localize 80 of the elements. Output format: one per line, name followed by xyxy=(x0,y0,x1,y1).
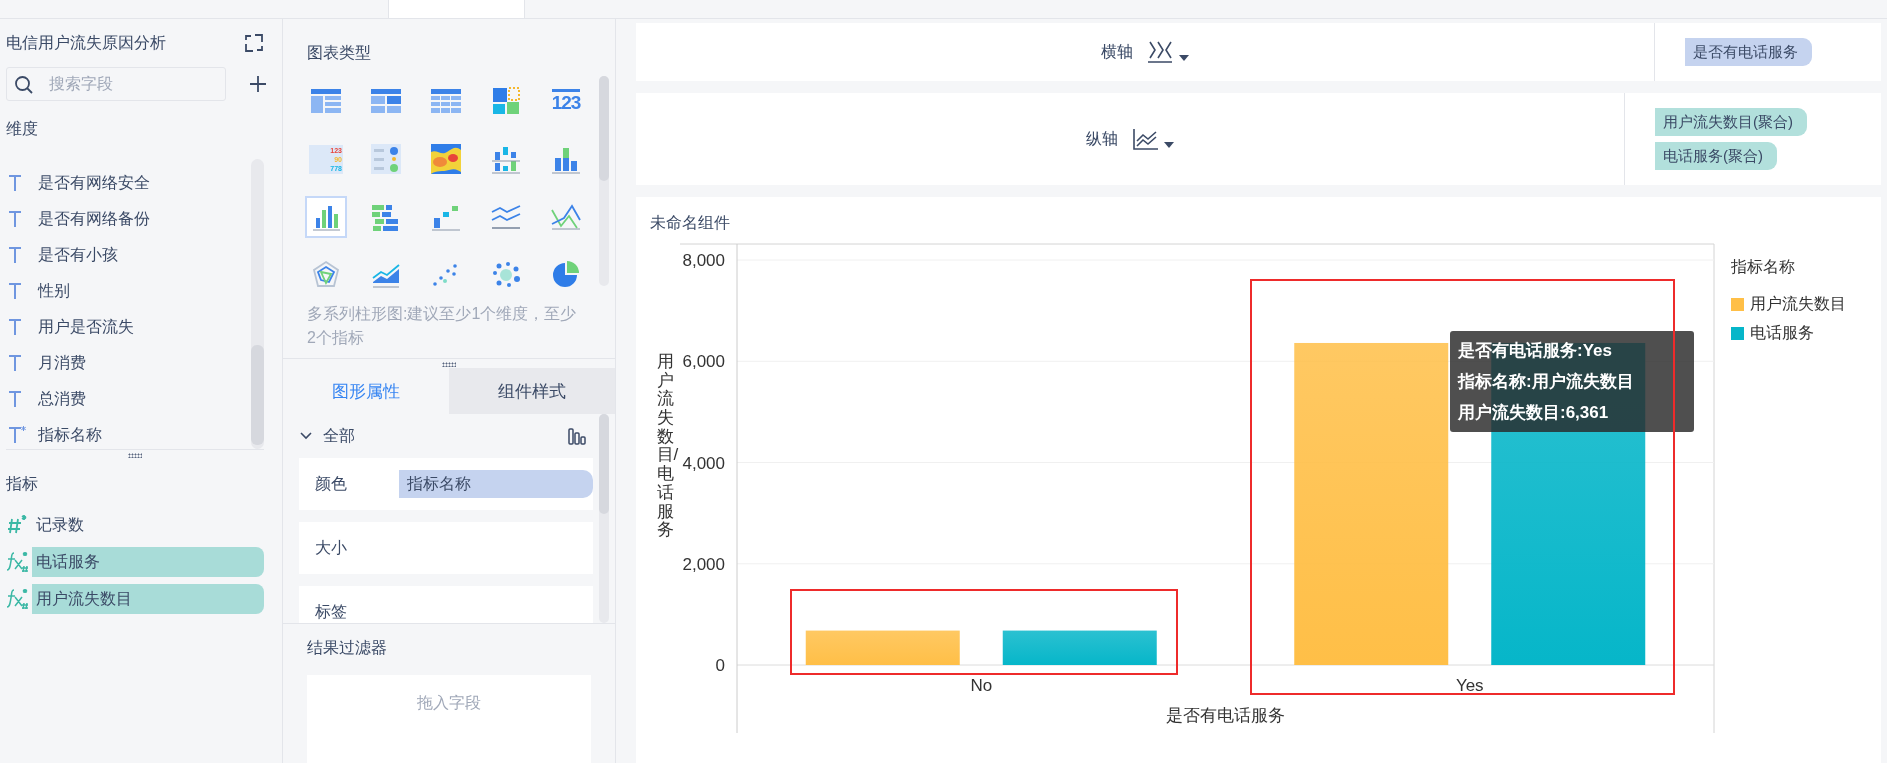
legend-title: 指标名称 xyxy=(1731,257,1796,277)
scrollbar-track[interactable] xyxy=(251,159,264,449)
property-label: 标签 xyxy=(315,602,348,622)
measure-item[interactable]: 电话服务 xyxy=(32,547,264,577)
caret-icon[interactable] xyxy=(1164,142,1174,148)
field-item[interactable]: 月消费 xyxy=(6,351,251,375)
radar-chart-icon xyxy=(311,260,341,290)
switch-icon[interactable] xyxy=(244,33,264,53)
drop-placeholder: 拖入字段 xyxy=(417,693,481,713)
table-chart-icon xyxy=(310,87,342,115)
scrollbar-thumb[interactable] xyxy=(251,345,264,445)
hbar-chart-icon xyxy=(371,202,401,232)
chart-type-hint: 多系列柱形图:建议至少1个维度，至少2个指标 xyxy=(307,304,578,348)
search-field[interactable]: 搜索字段 xyxy=(6,67,226,101)
field-chip[interactable]: 电话服务(聚合) xyxy=(1655,142,1777,170)
axis-label: 横轴 xyxy=(1101,41,1133,62)
tooltip-line: 指标名称:用户流失数目 xyxy=(1458,371,1635,393)
y-tick-label: 4,000 xyxy=(682,453,725,473)
formula-field-icon xyxy=(6,587,30,611)
measure-item[interactable]: 用户流失数目 xyxy=(32,584,264,614)
legend-item[interactable]: 用户流失数目 xyxy=(1731,294,1846,315)
chart-type-option[interactable] xyxy=(305,196,347,238)
field-item[interactable]: 用户是否流失 xyxy=(6,315,251,339)
property-label: 大小 xyxy=(315,537,348,558)
field-item[interactable]: 指标名称 xyxy=(6,423,251,447)
widget-title: 未命名组件 xyxy=(650,213,731,233)
tooltip-line: 是否有电话服务:Yes xyxy=(1458,340,1613,362)
tooltip-line: 用户流失数目:6,361 xyxy=(1458,402,1610,424)
formula-field-icon xyxy=(6,550,30,574)
property-label: 颜色 xyxy=(315,473,348,494)
x-axis-title: 是否有电话服务 xyxy=(1166,706,1285,725)
section-label: 指标 xyxy=(6,474,39,494)
y-tick-label: 6,000 xyxy=(682,352,725,372)
axis-type-icon[interactable] xyxy=(1147,40,1175,64)
cross-line-chart-icon xyxy=(551,202,581,232)
dot-kpi-chart-icon xyxy=(371,144,401,174)
group-toggle[interactable]: 全部 xyxy=(299,425,355,447)
group-table-chart-icon xyxy=(370,87,402,115)
axis-label: 纵轴 xyxy=(1086,128,1118,149)
resize-handle[interactable] xyxy=(442,362,456,367)
x-tick-label: No xyxy=(970,676,993,695)
property-row[interactable]: 大小 xyxy=(299,522,593,574)
detail-table-chart-icon xyxy=(430,87,462,115)
y-tick-label: 0 xyxy=(715,656,725,675)
bubble-chart-icon xyxy=(491,260,521,290)
add-icon[interactable] xyxy=(248,74,268,94)
section-label: 维度 xyxy=(6,119,39,139)
heatmap-chart-icon xyxy=(431,144,461,174)
field-item[interactable]: 性别 xyxy=(6,279,251,303)
caret-icon[interactable] xyxy=(1179,55,1189,61)
section-title: 结果过滤器 xyxy=(307,638,388,658)
field-item[interactable]: 是否有网络备份 xyxy=(6,207,251,231)
scrollbar-thumb[interactable] xyxy=(599,76,609,181)
y-tick-label: 2,000 xyxy=(682,554,725,574)
property-row[interactable]: 颜色 指标名称 xyxy=(299,458,593,510)
y-tick-label: 8,000 xyxy=(682,251,725,270)
field-chip[interactable]: 是否有电话服务 xyxy=(1685,38,1812,66)
x-tick-label: Yes xyxy=(1455,676,1484,695)
scrollbar-track[interactable] xyxy=(599,76,609,286)
field-item[interactable]: 是否有网络安全 xyxy=(6,171,251,195)
bar-chart-icon[interactable] xyxy=(567,426,587,446)
derived-text-field-icon xyxy=(6,425,26,445)
scrollbar-track[interactable] xyxy=(599,414,609,623)
field-item[interactable]: 是否有小孩 xyxy=(6,243,251,267)
line-chart-icon xyxy=(491,202,521,232)
resize-handle[interactable] xyxy=(128,453,142,458)
property-row[interactable]: 标签 xyxy=(299,586,593,623)
dataset-title: 电信用户流失原因分析 xyxy=(6,32,166,53)
panel-title: 图表类型 xyxy=(307,43,372,63)
legend-item[interactable]: 电话服务 xyxy=(1731,323,1846,344)
field-chip[interactable]: 指标名称 xyxy=(399,470,593,498)
pie-chart-icon xyxy=(551,260,581,290)
measure-item[interactable]: 记录数 xyxy=(32,510,264,540)
field-item[interactable]: 总消费 xyxy=(6,387,251,411)
scrollbar-thumb[interactable] xyxy=(599,414,609,514)
axis-type-icon[interactable] xyxy=(1132,127,1160,151)
range-bar-chart-icon xyxy=(491,144,521,174)
property-tab[interactable]: 组件样式 xyxy=(449,368,615,414)
field-chip[interactable]: 用户流失数目(聚合) xyxy=(1655,108,1807,136)
block-chart-icon xyxy=(492,87,520,115)
